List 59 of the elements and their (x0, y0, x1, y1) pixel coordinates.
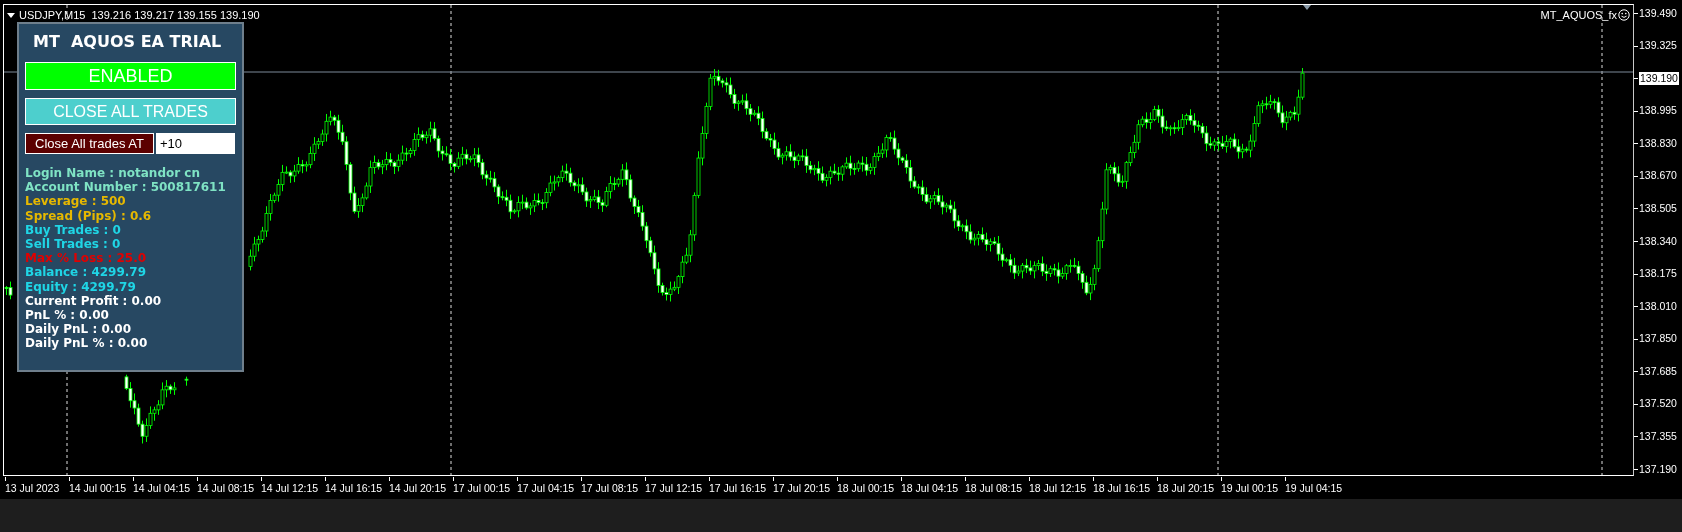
dropdown-icon[interactable] (7, 12, 15, 18)
account-info-line: Equity : 4299.79 (25, 279, 137, 294)
time-axis-label: 14 Jul 20:15 (389, 481, 448, 496)
time-axis-label: 14 Jul 16:15 (325, 481, 384, 496)
time-axis-label: 18 Jul 16:15 (1093, 481, 1152, 496)
time-axis-label: 17 Jul 04:15 (517, 481, 576, 496)
price-axis-label: 139.490 (1639, 5, 1677, 21)
time-axis-label: 14 Jul 00:15 (69, 481, 128, 496)
price-axis-label: 137.520 (1639, 396, 1677, 412)
account-info-line: Leverage : 500 (25, 194, 127, 209)
price-axis-label: 137.190 (1639, 461, 1677, 477)
price-axis-label: 138.830 (1639, 135, 1677, 151)
account-info-line: Current Profit : 0.00 (25, 293, 163, 309)
time-axis-label: 17 Jul 12:15 (645, 481, 704, 496)
time-axis-label: 14 Jul 08:15 (197, 481, 256, 496)
price-axis-label: 138.175 (1639, 266, 1677, 282)
account-info-line: Spread (Pips) : 0.6 (25, 208, 153, 223)
time-axis-label: 18 Jul 08:15 (965, 481, 1024, 496)
time-axis-label: 19 Jul 00:15 (1221, 481, 1280, 496)
account-info-line: PnL % : 0.00 (25, 308, 110, 323)
time-axis-label: 18 Jul 12:15 (1029, 481, 1088, 496)
account-info-line: Daily PnL % : 0.00 (25, 336, 149, 351)
time-axis-label: 18 Jul 00:15 (837, 481, 896, 496)
price-axis-label: 137.355 (1639, 428, 1677, 444)
close-all-at-button[interactable]: Close All trades AT (25, 133, 154, 154)
quote-values: 139.216 139.217 139.155 139.190 (91, 8, 260, 23)
profit-target-field[interactable]: +10 (156, 133, 235, 154)
account-info-line: Buy Trades : 0 (25, 222, 122, 237)
price-axis-label: 137.685 (1639, 363, 1677, 379)
expert-name: MT_AQUOS_fx (1540, 8, 1617, 23)
account-info-line: Sell Trades : 0 (25, 237, 122, 252)
account-info-line: Daily PnL : 0.00 (25, 322, 133, 337)
candlestick (184, 376, 189, 387)
time-axis-label: 14 Jul 04:15 (133, 481, 192, 496)
price-axis-label: 138.995 (1639, 103, 1677, 119)
time-axis-label: 19 Jul 04:15 (1285, 481, 1344, 496)
time-axis-label: 17 Jul 16:15 (709, 481, 768, 496)
price-axis-label: 138.340 (1639, 233, 1677, 249)
time-axis-label: 17 Jul 00:15 (453, 481, 512, 496)
panel-title: MT AQUOS EA TRIAL (33, 31, 222, 53)
time-axis-label: 13 Jul 2023 (5, 481, 61, 496)
price-axis-label: 139.325 (1639, 38, 1677, 54)
account-info-line: Account Number : 500817611 (25, 180, 227, 195)
account-info-line: Balance : 4299.79 (25, 265, 148, 280)
smiley-icon (1618, 9, 1630, 22)
current-price-label: 139.190 (1639, 72, 1679, 86)
time-axis-label: 18 Jul 04:15 (901, 481, 960, 496)
account-info-line: Login Name : notandor cn (25, 166, 201, 181)
shift-marker-icon (1303, 5, 1311, 10)
account-info-line: Max % Loss : 25.0 (25, 251, 148, 266)
price-axis-label: 138.505 (1639, 201, 1677, 216)
time-axis-label: 17 Jul 08:15 (581, 481, 640, 496)
time-axis-label: 14 Jul 12:15 (261, 481, 320, 496)
time-axis-label: 17 Jul 20:15 (773, 481, 832, 496)
price-axis-label: 137.850 (1639, 331, 1677, 347)
symbol-label: USDJPY,M15 (19, 8, 86, 23)
price-axis-label: 138.670 (1639, 168, 1677, 184)
time-axis-label: 18 Jul 20:15 (1157, 481, 1216, 496)
price-axis-label: 138.010 (1639, 298, 1677, 314)
